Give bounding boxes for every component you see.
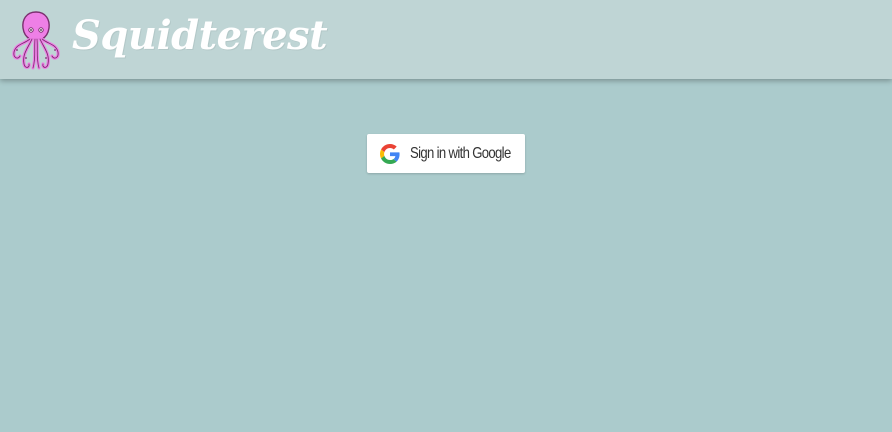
google-sign-in-label: Sign in with Google — [410, 144, 511, 162]
app-header: Squidterest — [0, 0, 892, 79]
google-g-icon — [380, 143, 400, 164]
squid-logo-icon[interactable] — [10, 8, 62, 72]
brand-name[interactable]: Squidterest — [72, 6, 328, 66]
main-content: Sign in with Google — [0, 79, 892, 432]
google-sign-in-button[interactable]: Sign in with Google — [367, 134, 525, 173]
